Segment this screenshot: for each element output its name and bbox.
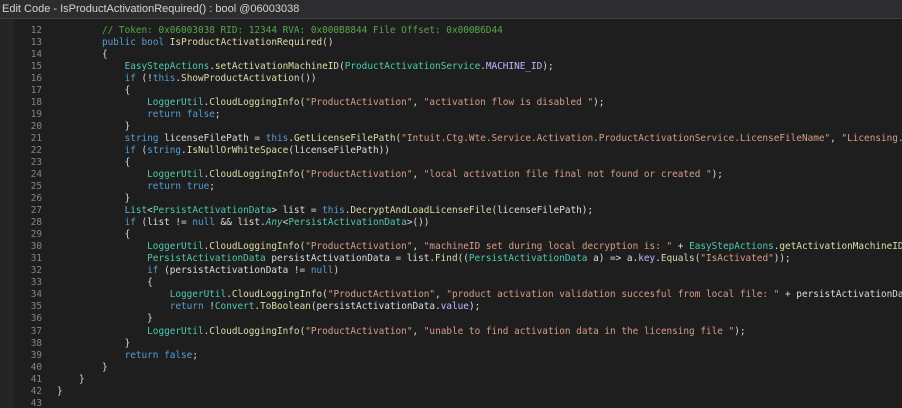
code-line[interactable]: 19 return false; (0, 109, 902, 121)
code-line[interactable]: 13 public bool IsProductActivationRequire… (0, 37, 902, 49)
window-title: Edit Code - IsProductActivationRequired(… (0, 0, 902, 19)
code-line[interactable]: 33 { (0, 277, 902, 289)
line-number: 27 (30, 205, 42, 217)
code-line[interactable]: 17 { (0, 85, 902, 97)
line-code: return false; (124, 349, 198, 361)
line-code: { (102, 277, 153, 289)
line-number: 33 (30, 277, 42, 289)
code-line[interactable]: 24 LoggerUtil.CloudLoggingInfo("ProductA… (0, 169, 902, 181)
code-line[interactable]: 16 if (!this.ShowProductActivation()) (0, 73, 902, 85)
line-number: 29 (30, 229, 42, 241)
line-number: 42 (30, 385, 42, 397)
line-number: 12 (30, 25, 42, 36)
code-line[interactable]: 34 LoggerUtil.CloudLoggingInfo("ProductA… (0, 289, 902, 301)
line-code: LoggerUtil.CloudLoggingInfo("ProductActi… (147, 325, 746, 337)
code-line[interactable]: 39 return false; (0, 350, 902, 362)
code-line[interactable]: 20 } (0, 121, 902, 133)
line-code: if (list != null && list.Any<PersistActi… (124, 217, 430, 229)
line-number: 14 (30, 49, 42, 61)
line-code: if (!this.ShowProductActivation()) (124, 73, 317, 85)
line-code: public bool IsProductActivationRequired(… (102, 37, 334, 49)
line-code: if (persistActivationData != null) (147, 265, 340, 277)
code-line[interactable]: 28 if (list != null && list.Any<PersistA… (0, 217, 902, 229)
line-code: LoggerUtil.CloudLoggingInfo("ProductActi… (147, 97, 605, 109)
code-line[interactable]: 23 { (0, 157, 902, 169)
line-code: } (102, 121, 131, 133)
line-number: 21 (30, 133, 42, 145)
line-code: } (57, 385, 63, 397)
code-line[interactable]: 12 // Token: 0x06003038 RID: 12344 RVA: 0… (0, 25, 902, 37)
line-number: 24 (30, 169, 42, 181)
line-number: 15 (30, 61, 42, 73)
line-code: { (102, 49, 108, 61)
line-number: 32 (30, 265, 42, 277)
line-code: return !Convert.ToBoolean(persistActivat… (169, 301, 481, 313)
code-line[interactable]: 35 return !Convert.ToBoolean(persistActi… (0, 301, 902, 313)
code-line[interactable]: 31 PersistActivationData persistActivati… (0, 253, 902, 265)
line-code: // Token: 0x06003038 RID: 12344 RVA: 0x0… (102, 25, 503, 36)
line-number: 36 (30, 313, 42, 325)
line-code: List<PersistActivationData> list = this.… (124, 205, 594, 217)
line-code: { (102, 85, 131, 97)
line-code: return true; (147, 181, 215, 193)
code-line[interactable]: 32 if (persistActivationData != null) (0, 265, 902, 277)
line-number: 38 (30, 337, 42, 349)
line-code: string licenseFilePath = this.GetLicense… (124, 133, 902, 145)
line-number: 30 (30, 241, 42, 253)
code-line[interactable]: 21 string licenseFilePath = this.GetLice… (0, 133, 902, 145)
code-line[interactable]: 22 if (string.IsNullOrWhiteSpace(license… (0, 145, 902, 157)
line-code: { (102, 157, 131, 169)
line-code: LoggerUtil.CloudLoggingInfo("ProductActi… (147, 169, 723, 181)
line-code: LoggerUtil.CloudLoggingInfo("ProductActi… (147, 241, 902, 253)
line-code: PersistActivationData persistActivationD… (147, 253, 791, 265)
line-number: 37 (30, 325, 42, 337)
code-editor[interactable]: 12 // Token: 0x06003038 RID: 12344 RVA: 0… (0, 19, 902, 408)
code-line[interactable]: 26 } (0, 193, 902, 205)
line-code: } (79, 373, 85, 385)
line-number: 17 (30, 85, 42, 97)
line-code: } (102, 313, 153, 325)
code-line[interactable]: 43 (0, 398, 902, 408)
code-line[interactable]: 36 } (0, 313, 902, 325)
line-number: 43 (30, 397, 42, 408)
line-number: 28 (30, 217, 42, 229)
line-number: 39 (30, 349, 42, 361)
line-code: return false; (147, 109, 221, 121)
line-number: 13 (30, 37, 42, 49)
line-number: 31 (30, 253, 42, 265)
code-line[interactable]: 37 LoggerUtil.CloudLoggingInfo("ProductA… (0, 326, 902, 338)
line-code: { (102, 229, 131, 241)
line-number: 34 (30, 289, 42, 301)
code-line[interactable]: 29 { (0, 229, 902, 241)
line-code: } (102, 337, 131, 349)
line-number: 20 (30, 121, 42, 133)
code-line[interactable]: 41} (0, 374, 902, 386)
line-code: LoggerUtil.CloudLoggingInfo("ProductActi… (169, 289, 902, 301)
line-number: 35 (30, 301, 42, 313)
code-line[interactable]: 14 { (0, 49, 902, 61)
line-number: 25 (30, 181, 42, 193)
line-code: } (102, 193, 131, 205)
code-line[interactable]: 15 EasyStepActions.setActivationMachineI… (0, 61, 902, 73)
line-number: 19 (30, 109, 42, 121)
code-line[interactable]: 18 LoggerUtil.CloudLoggingInfo("ProductA… (0, 97, 902, 109)
line-number: 26 (30, 193, 42, 205)
line-code: if (string.IsNullOrWhiteSpace(licenseFil… (124, 145, 390, 157)
code-line[interactable]: 27 List<PersistActivationData> list = th… (0, 205, 902, 217)
code-line[interactable]: 42} (0, 386, 902, 398)
line-code: } (102, 361, 108, 373)
line-number: 41 (30, 373, 42, 385)
line-number: 23 (30, 157, 42, 169)
code-line[interactable]: 38 } (0, 338, 902, 350)
line-number: 18 (30, 97, 42, 109)
line-number: 22 (30, 145, 42, 157)
code-line[interactable]: 25 return true; (0, 181, 902, 193)
code-line[interactable]: 30 LoggerUtil.CloudLoggingInfo("ProductA… (0, 241, 902, 253)
line-code: EasyStepActions.setActivationMachineID(P… (124, 61, 554, 73)
line-number: 40 (30, 361, 42, 373)
line-number: 16 (30, 73, 42, 85)
code-line[interactable]: 40} (0, 362, 902, 374)
